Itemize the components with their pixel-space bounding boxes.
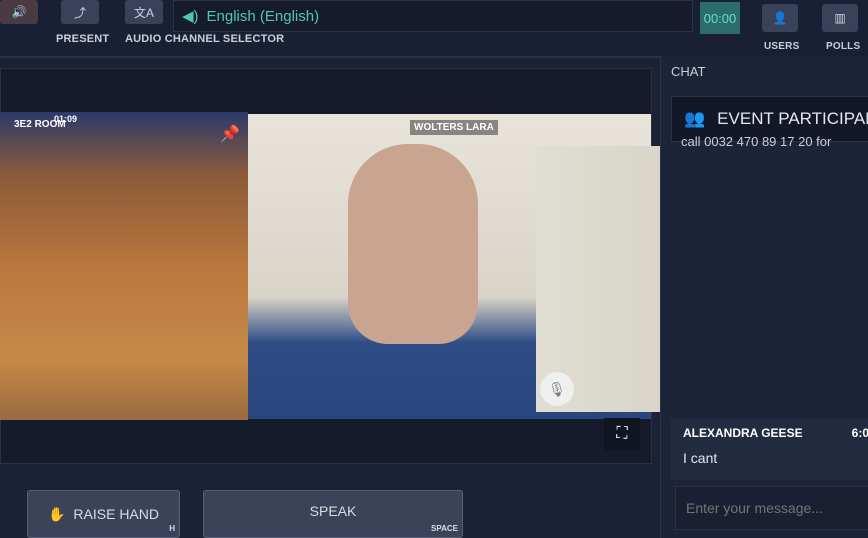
microphone-icon: 🎙 xyxy=(548,380,566,397)
users-icon: 👤 xyxy=(772,11,788,25)
speaker-figure xyxy=(348,144,478,344)
language-selector[interactable]: ◀) English (English) xyxy=(173,0,693,32)
message-time: 6:0 xyxy=(851,426,868,440)
speaker-name: WOLTERS LARA xyxy=(410,120,498,135)
hand-icon: ✋ xyxy=(47,505,66,522)
translate-icon: 文A xyxy=(133,5,154,20)
users-label: USERS xyxy=(764,41,800,52)
room-video: 3E2 ROOM 01:09 📌 xyxy=(0,112,248,420)
chat-message: ALEXANDRA GEESE 6:0 I cant xyxy=(671,418,868,480)
room-time: 01:09 xyxy=(54,114,78,124)
audio-channel-label: AUDIO CHANNEL SELECTOR xyxy=(125,33,285,45)
fullscreen-button[interactable]: ⛶ xyxy=(604,418,640,450)
fullscreen-icon: ⛶ xyxy=(616,425,628,442)
participants-icon: 👥 xyxy=(684,109,706,128)
speak-button[interactable]: SPEAK SPACE xyxy=(203,490,463,538)
message-text: I cant xyxy=(683,450,718,466)
pin-icon[interactable]: 📌 xyxy=(220,124,240,144)
polls-button[interactable]: ▥ xyxy=(822,4,858,32)
speak-shortcut: SPACE xyxy=(431,524,458,533)
polls-label: POLLS xyxy=(826,41,861,52)
polls-icon: ▥ xyxy=(834,11,846,25)
audio-channel-button[interactable]: 文A xyxy=(125,0,163,24)
speak-label: SPEAK xyxy=(309,503,357,519)
raise-hand-shortcut: H xyxy=(169,524,175,533)
speaker-icon: 🔊 xyxy=(11,5,27,19)
chat-message-input[interactable] xyxy=(675,486,868,530)
present-icon: ⤴ xyxy=(73,5,86,20)
message-author: ALEXANDRA GEESE xyxy=(683,426,803,440)
present-label: PRESENT xyxy=(56,33,110,45)
top-toolbar: 🔊 ⤴ PRESENT 文A AUDIO CHANNEL SELECTOR ◀)… xyxy=(0,0,868,58)
raise-hand-label: RAISE HAND xyxy=(73,506,159,522)
chat-title: CHAT xyxy=(671,64,706,79)
language-value: English (English) xyxy=(206,7,320,25)
mic-button[interactable]: 🎙 xyxy=(540,372,574,406)
users-button[interactable]: 👤 xyxy=(762,4,798,32)
timer: 00:00 xyxy=(700,2,740,34)
chat-panel: CHAT 👥 EVENT PARTICIPANTS call 0032 470 8… xyxy=(660,56,868,538)
present-button[interactable]: ⤴ xyxy=(61,0,99,24)
raise-hand-button[interactable]: ✋ RAISE HAND H xyxy=(27,490,180,538)
participants-label: EVENT PARTICIPANTS xyxy=(717,109,868,128)
audio-icon: ◀) xyxy=(182,8,199,25)
chat-message-partial: call 0032 470 89 17 20 for xyxy=(681,134,832,149)
speaker-button[interactable]: 🔊 xyxy=(0,0,38,24)
